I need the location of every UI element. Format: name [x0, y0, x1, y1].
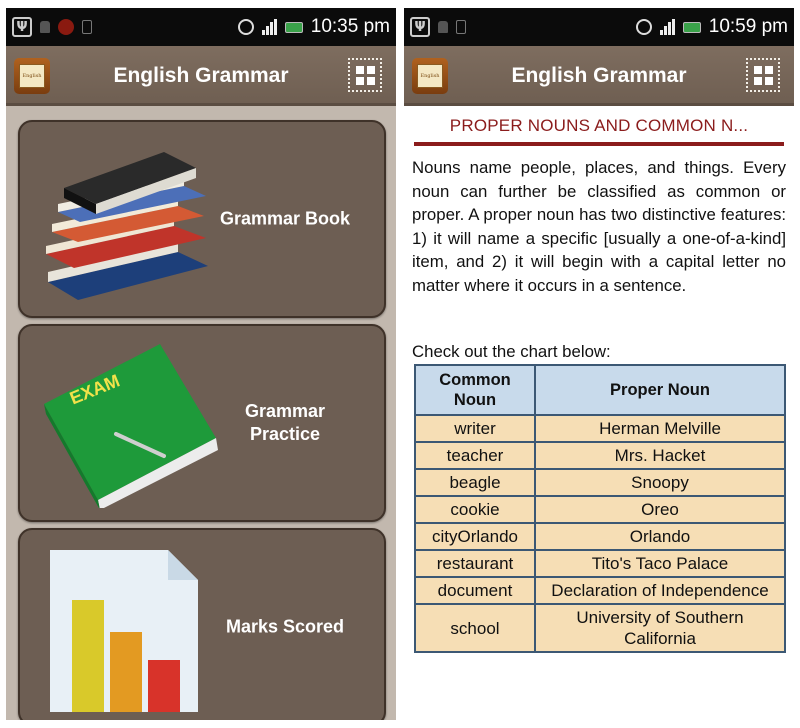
lesson-paragraph: Nouns name people, places, and things. E… [412, 158, 786, 295]
common-noun-cell: writer [414, 414, 536, 443]
proper-noun-cell: University of Southern California [534, 603, 786, 653]
table-row: cookie Oreo [414, 495, 786, 524]
common-noun-cell: school [414, 603, 536, 653]
lesson-heading: PROPER NOUNS AND COMMON N... [414, 116, 784, 146]
common-noun-cell: beagle [414, 468, 536, 497]
proper-noun-cell: Oreo [534, 495, 786, 524]
status-bar: Ψ 10:35 pm [6, 8, 396, 46]
app-title: English Grammar [113, 64, 289, 87]
signal-icon [261, 19, 277, 35]
table-header-row: Common Noun Proper Noun [414, 364, 786, 416]
proper-noun-cell: Tito's Taco Palace [534, 549, 786, 578]
sdcard-icon [456, 20, 466, 34]
app-logo-icon[interactable]: English [412, 58, 448, 94]
table-row: cityOrlando Orlando [414, 522, 786, 551]
common-noun-cell: document [414, 576, 536, 605]
exam-book-icon: EXAM [44, 344, 218, 508]
battery-icon [682, 21, 701, 33]
proper-noun-cell: Declaration of Independence [534, 576, 786, 605]
marks-scored-button[interactable]: Marks Scored [18, 528, 386, 720]
proper-noun-cell: Mrs. Hacket [534, 441, 786, 470]
table-row: restaurant Tito's Taco Palace [414, 549, 786, 578]
phone-screen-home: Ψ 10:35 pm English English Grammar Gramm… [6, 8, 396, 720]
record-icon [58, 19, 74, 35]
usb-icon: Ψ [410, 17, 430, 37]
android-icon [40, 21, 50, 33]
common-noun-cell: restaurant [414, 549, 536, 578]
chart-intro: Check out the chart below: [412, 342, 611, 361]
common-noun-cell: cityOrlando [414, 522, 536, 551]
app-logo-icon[interactable]: English [14, 58, 50, 94]
battery-icon [284, 21, 303, 33]
grid-menu-icon[interactable] [746, 58, 780, 92]
app-bar: English English Grammar [6, 46, 396, 106]
app-bar: English English Grammar [404, 46, 794, 106]
common-noun-cell: cookie [414, 495, 536, 524]
signal-icon [659, 19, 675, 35]
nouns-table: Common Noun Proper Noun writer Herman Mel… [414, 364, 786, 653]
common-noun-cell: teacher [414, 441, 536, 470]
marks-scored-label: Marks Scored [225, 616, 345, 637]
proper-noun-cell: Herman Melville [534, 414, 786, 443]
phone-screen-lesson: Ψ 10:59 pm English English Grammar PROPE… [404, 8, 794, 720]
books-stack-icon [46, 152, 208, 300]
home-menu: Grammar Book EXAM Grammar Practice Marks… [6, 106, 396, 720]
status-bar: Ψ 10:59 pm [404, 8, 794, 46]
table-row: school University of Southern California [414, 603, 786, 653]
bar-chart-document-icon [50, 550, 198, 712]
table-row: beagle Snoopy [414, 468, 786, 497]
android-icon [438, 21, 448, 33]
proper-noun-cell: Snoopy [534, 468, 786, 497]
grid-menu-icon[interactable] [348, 58, 382, 92]
header-common-noun: Common Noun [414, 364, 536, 416]
app-title: English Grammar [511, 64, 687, 87]
alarm-icon [635, 19, 652, 35]
table-row: document Declaration of Independence [414, 576, 786, 605]
app-logo-text: English [417, 64, 443, 88]
status-time: 10:59 pm [708, 16, 788, 37]
grammar-book-button[interactable]: Grammar Book [18, 120, 386, 318]
alarm-icon [237, 19, 254, 35]
header-proper-noun: Proper Noun [534, 364, 786, 416]
table-row: writer Herman Melville [414, 414, 786, 443]
usb-icon: Ψ [12, 17, 32, 37]
table-row: teacher Mrs. Hacket [414, 441, 786, 470]
grammar-practice-button[interactable]: EXAM Grammar Practice [18, 324, 386, 522]
grammar-book-label: Grammar Book [219, 208, 351, 229]
proper-noun-cell: Orlando [534, 522, 786, 551]
status-time: 10:35 pm [310, 16, 390, 37]
app-logo-text: English [19, 64, 45, 88]
lesson-heading-wrap: PROPER NOUNS AND COMMON N... [414, 116, 784, 146]
sdcard-icon [82, 20, 92, 34]
grammar-practice-label: Grammar Practice [244, 401, 326, 444]
